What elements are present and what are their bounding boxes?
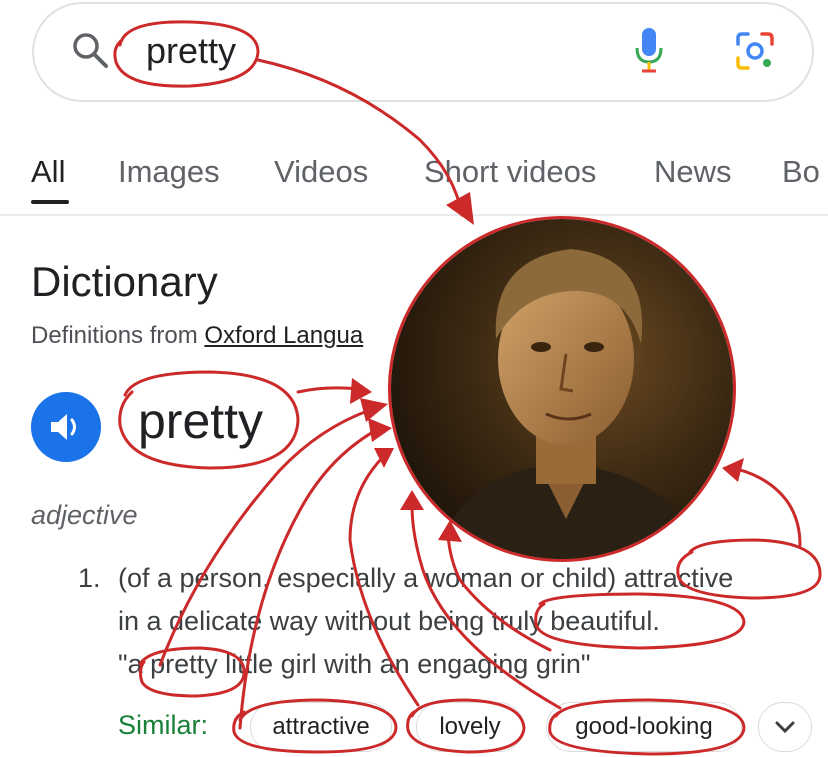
source-prefix: Definitions from (31, 322, 205, 349)
arrowhead-chip-good-looking (400, 490, 424, 510)
headword: pretty (138, 393, 264, 449)
search-tabs: All Images Videos Short videos News Bo (0, 150, 828, 210)
tab-short-videos[interactable]: Short videos (424, 154, 596, 190)
speaker-icon (51, 414, 76, 440)
definition-line: (of a person, especially a woman or chil… (118, 563, 734, 593)
tab-images[interactable]: Images (118, 154, 220, 190)
mic-icon[interactable] (632, 26, 666, 74)
tab-all[interactable]: All (31, 154, 65, 190)
example-sentence: "a pretty little girl with an engaging g… (118, 649, 591, 679)
search-icon[interactable] (70, 30, 110, 70)
chevron-down-icon (775, 721, 795, 734)
similar-chip-good-looking[interactable]: good-looking (546, 702, 742, 752)
definition-number: 1. (78, 563, 101, 593)
active-tab-indicator (31, 200, 69, 204)
arrowhead-headword (350, 378, 372, 404)
arrow-headword (296, 386, 368, 394)
similar-chip-attractive[interactable]: attractive (250, 702, 392, 752)
tab-videos[interactable]: Videos (274, 154, 368, 190)
search-input[interactable]: pretty (146, 30, 236, 72)
tab-books[interactable]: Bo (782, 154, 820, 190)
dictionary-title: Dictionary (31, 258, 218, 305)
dictionary-source: Definitions from Oxford Langua (31, 322, 363, 350)
portrait-illustration (391, 219, 733, 559)
definition-line: in a delicate way without being truly be… (118, 606, 660, 636)
arrowhead-chip-attractive (368, 418, 392, 442)
similar-chip-lovely[interactable]: lovely (416, 702, 524, 752)
part-of-speech: adjective (31, 500, 138, 530)
portrait-photo (388, 216, 736, 562)
source-link[interactable]: Oxford Langua (204, 322, 363, 349)
arrow-def-attractive (728, 466, 802, 547)
lens-icon[interactable] (734, 30, 776, 72)
arrowhead-def-attractive (722, 458, 744, 482)
tabs-divider (0, 214, 828, 216)
tab-news[interactable]: News (654, 154, 732, 190)
expand-similar-button[interactable] (758, 702, 812, 752)
arrowhead-example-pretty (360, 398, 388, 422)
pronunciation-button[interactable] (31, 392, 101, 462)
arrowhead-chip-lovely (374, 448, 394, 468)
similar-label: Similar: (118, 710, 209, 740)
